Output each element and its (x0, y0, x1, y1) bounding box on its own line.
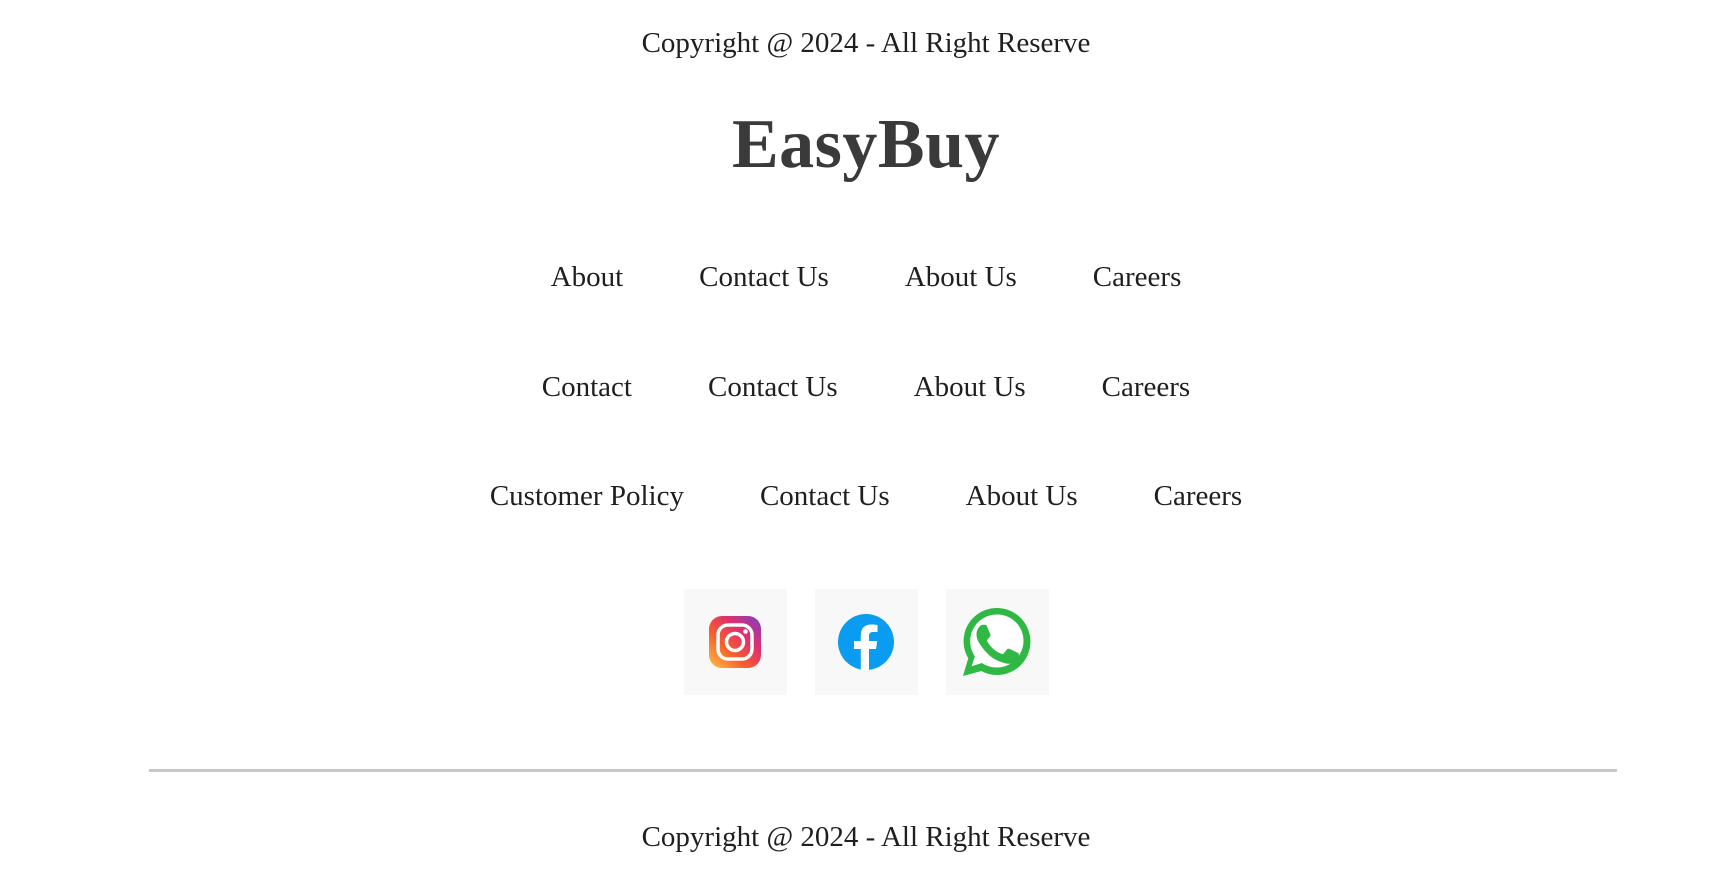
link-about-us[interactable]: About Us (914, 369, 1026, 405)
link-careers[interactable]: Careers (1154, 478, 1243, 514)
link-contact-us[interactable]: Contact Us (760, 478, 890, 514)
copyright-top: Copyright @ 2024 - All Right Reserve (641, 27, 1091, 59)
facebook-button[interactable] (814, 589, 918, 695)
link-about[interactable]: About (551, 259, 624, 295)
instagram-icon (709, 616, 761, 668)
link-contact-us[interactable]: Contact Us (699, 259, 829, 295)
link-careers[interactable]: Careers (1102, 369, 1191, 405)
footer-links-row-policy: Customer Policy Contact Us About Us Care… (0, 478, 1732, 514)
link-customer-policy[interactable]: Customer Policy (490, 478, 684, 514)
link-contact[interactable]: Contact (542, 369, 632, 405)
link-about-us[interactable]: About Us (905, 259, 1017, 295)
link-contact-us[interactable]: Contact Us (708, 369, 838, 405)
link-careers[interactable]: Careers (1093, 259, 1182, 295)
footer-links-row-about: About Contact Us About Us Careers (0, 259, 1732, 295)
footer-divider (149, 769, 1617, 772)
link-about-us[interactable]: About Us (966, 478, 1078, 514)
footer-page: Copyright @ 2024 - All Right Reserve Eas… (0, 0, 1732, 879)
facebook-icon (838, 614, 894, 670)
footer-links-row-contact: Contact Contact Us About Us Careers (0, 369, 1732, 405)
social-links (0, 589, 1732, 695)
whatsapp-icon (963, 608, 1031, 676)
instagram-button[interactable] (683, 589, 787, 695)
brand-title: EasyBuy (731, 106, 1001, 183)
whatsapp-button[interactable] (945, 589, 1049, 695)
copyright-bottom: Copyright @ 2024 - All Right Reserve (641, 821, 1091, 853)
